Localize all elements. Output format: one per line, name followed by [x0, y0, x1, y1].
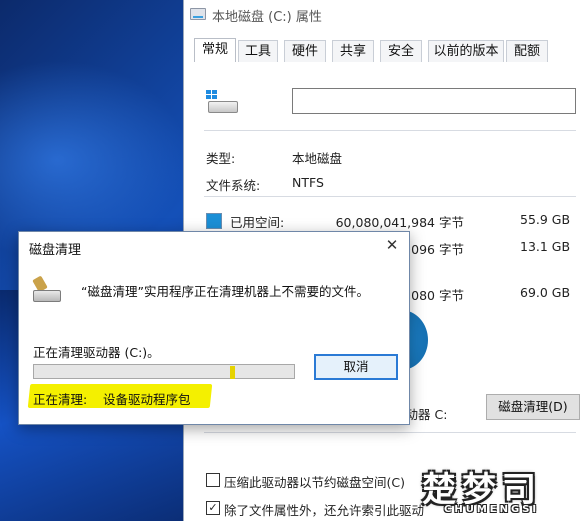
desktop-glow [0, 60, 190, 260]
tab-tools[interactable]: 工具 [238, 40, 278, 62]
drive-icon [190, 8, 206, 20]
tab-strip: 常规 工具 硬件 共享 安全 以前的版本 配额 [184, 38, 587, 63]
compress-label: 压缩此驱动器以节约磁盘空间(C) [224, 475, 405, 490]
compress-checkbox[interactable] [206, 473, 220, 487]
dialog-message: “磁盘清理”实用程序正在清理机器上不需要的文件。 [81, 284, 369, 299]
properties-title: 本地磁盘 (C:) 属性 [212, 10, 322, 25]
divider [204, 196, 576, 197]
properties-titlebar: 本地磁盘 (C:) 属性 [184, 0, 587, 30]
index-label: 除了文件属性外，还允许索引此驱动 [224, 503, 425, 518]
progress-indicator [230, 366, 235, 379]
divider [204, 432, 576, 433]
cleaning-item: 设备驱动程序包 [103, 392, 191, 407]
divider [204, 130, 576, 131]
used-space-bytes: 60,080,041,984 字节 [335, 215, 464, 230]
disk-cleanup-dialog: 磁盘清理 ✕ “磁盘清理”实用程序正在清理机器上不需要的文件。 正在清理驱动器 … [18, 231, 410, 425]
windows-drive-icon [206, 90, 238, 114]
tab-hardware[interactable]: 硬件 [284, 40, 326, 62]
filesystem-value: NTFS [292, 175, 324, 190]
cleaning-label: 正在清理: [33, 392, 88, 407]
type-label: 类型: [206, 151, 236, 166]
watermark-subtitle: CHUMENGSI [444, 504, 540, 515]
disk-cleanup-icon [32, 275, 61, 303]
tab-general[interactable]: 常规 [194, 38, 236, 63]
index-checkbox[interactable]: ✓ [206, 501, 220, 515]
type-value: 本地磁盘 [292, 151, 343, 166]
filesystem-label: 文件系统: [206, 178, 261, 193]
free-space-gb: 13.1 GB [520, 239, 571, 254]
cleaning-status: 正在清理驱动器 (C:)。 [33, 345, 160, 360]
tab-quota[interactable]: 配额 [506, 40, 548, 62]
close-icon[interactable]: ✕ [381, 235, 403, 255]
used-space-gb: 55.9 GB [520, 212, 571, 227]
used-space-swatch [206, 213, 222, 229]
tab-security[interactable]: 安全 [380, 40, 422, 62]
watermark-logo: 楚梦司 CHUMENGSI [418, 462, 586, 520]
drive-name-input[interactable] [292, 88, 576, 114]
tab-previous-versions[interactable]: 以前的版本 [428, 40, 504, 62]
disk-cleanup-button[interactable]: 磁盘清理(D) [486, 394, 580, 420]
used-space-label: 已用空间: [230, 215, 285, 230]
capacity-gb: 69.0 GB [520, 285, 571, 300]
dialog-title: 磁盘清理 [29, 243, 82, 258]
cleanup-progress-bar [33, 364, 295, 379]
tab-sharing[interactable]: 共享 [332, 40, 374, 62]
cancel-button[interactable]: 取消 [314, 354, 398, 380]
